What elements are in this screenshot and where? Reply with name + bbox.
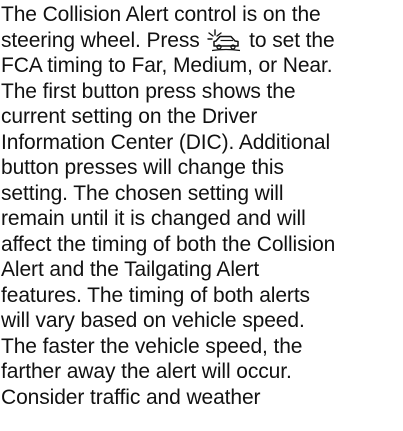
- text-line: The faster the vehicle speed, the: [1, 334, 303, 358]
- text-line: Information Center (DIC). Additional: [1, 130, 331, 154]
- body-paragraph: The Collision Alert control is on the st…: [1, 2, 403, 410]
- text-line: setting. The chosen setting will: [1, 181, 284, 205]
- text-line: The Collision Alert control is on the: [1, 3, 321, 26]
- text-line: remain until it is changed and will: [1, 207, 306, 230]
- text-line: button presses will change this: [1, 156, 284, 179]
- text-line: affect the timing of both the Collision: [1, 232, 336, 256]
- text-line: current setting on the Driver: [1, 105, 258, 128]
- text-segment: steering wheel. Press: [1, 28, 200, 52]
- text-line: features. The timing of both alerts: [1, 283, 310, 307]
- manual-page: The Collision Alert control is on the st…: [0, 0, 403, 431]
- text-line-with-icon: steering wheel. Press to set the: [1, 28, 403, 54]
- text-line: The first button press shows the: [1, 79, 296, 103]
- text-line: Alert and the Tailgating Alert: [1, 258, 260, 281]
- text-line: FCA timing to Far, Medium, or Near.: [1, 54, 333, 77]
- collision-alert-icon: [206, 28, 242, 52]
- text-line: farther away the alert will occur.: [1, 360, 292, 383]
- text-line: will vary based on vehicle speed.: [1, 309, 305, 332]
- text-line: Consider traffic and weather: [1, 385, 261, 409]
- text-segment: to set the: [249, 28, 335, 52]
